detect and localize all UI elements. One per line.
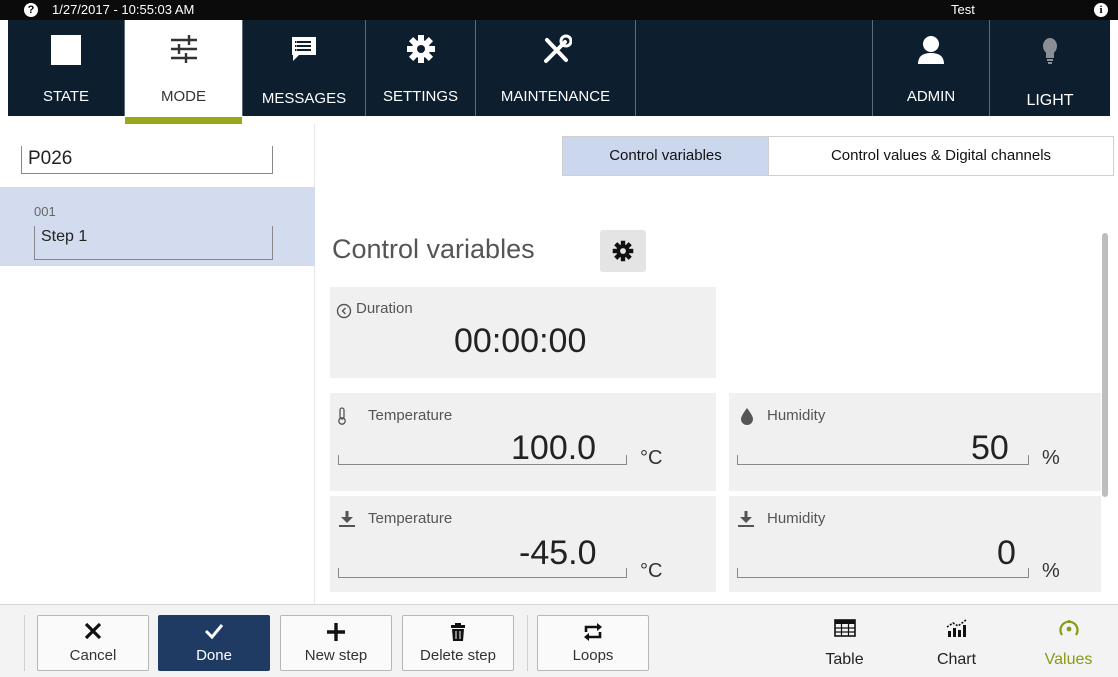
humidity-high-unit: %	[1042, 447, 1060, 469]
new-step-label: New step	[304, 647, 368, 664]
temperature-low-unit: °C	[640, 560, 663, 582]
water-drop-icon	[740, 407, 754, 430]
temperature-high-card[interactable]: Temperature 100.0 °C	[330, 393, 716, 491]
current-user: Test	[951, 2, 975, 17]
nav-maintenance-label: MAINTENANCE	[500, 88, 611, 105]
nav-state[interactable]: STATE	[8, 20, 125, 116]
message-icon	[289, 34, 319, 69]
nav-mode[interactable]: MODE	[125, 20, 243, 125]
table-icon	[833, 619, 856, 642]
tab-control-variables[interactable]: Control variables	[563, 137, 768, 175]
humidity-high-card[interactable]: Humidity 50 %	[729, 393, 1101, 491]
temperature-high-unit: °C	[640, 447, 663, 469]
content-scrollbar[interactable]	[1102, 233, 1108, 497]
temperature-low-card[interactable]: Temperature -45.0 °C	[330, 496, 716, 592]
nav-light-label: LIGHT	[1026, 92, 1074, 109]
toolbar-divider	[24, 615, 25, 671]
view-values-button[interactable]: Values	[1021, 613, 1116, 675]
gauge-icon	[1058, 619, 1080, 644]
section-settings-button[interactable]	[600, 230, 646, 272]
new-step-button[interactable]: New step	[280, 615, 392, 671]
delete-step-button[interactable]: Delete step	[402, 615, 514, 671]
nav-state-label: STATE	[42, 88, 90, 105]
datetime: 1/27/2017 - 10:55:03 AM	[52, 2, 195, 17]
humidity-low-card[interactable]: Humidity 0 %	[729, 496, 1101, 592]
user-icon	[916, 34, 946, 71]
arrow-down-icon	[338, 510, 356, 533]
nav-mode-label: MODE	[161, 88, 206, 105]
temperature-low-label: Temperature	[368, 510, 453, 527]
view-table-label: Table	[825, 651, 864, 668]
program-name-field[interactable]: P026	[21, 146, 273, 174]
loops-button[interactable]: Loops	[537, 615, 649, 671]
info-icon[interactable]: i	[1094, 3, 1108, 17]
done-button[interactable]: Done	[158, 615, 270, 671]
nav-maintenance[interactable]: MAINTENANCE	[476, 20, 636, 116]
toolbar-divider	[527, 615, 528, 671]
nav-messages[interactable]: MESSAGES	[243, 20, 366, 116]
cancel-button[interactable]: Cancel	[37, 615, 149, 671]
chart-icon	[946, 619, 968, 642]
view-table-button[interactable]: Table	[797, 613, 892, 675]
trash-icon	[450, 622, 466, 647]
step-number: 001	[34, 204, 56, 219]
sliders-icon	[168, 34, 200, 69]
duration-label: Duration	[356, 300, 413, 317]
bulb-icon	[1042, 38, 1058, 69]
nav-light[interactable]: LIGHT	[989, 20, 1110, 116]
plus-icon	[326, 622, 346, 647]
nav-settings[interactable]: SETTINGS	[366, 20, 476, 116]
temperature-high-label: Temperature	[368, 407, 453, 424]
humidity-low-label: Humidity	[767, 510, 826, 527]
step-name-field[interactable]: Step 1	[34, 226, 273, 260]
delete-step-label: Delete step	[420, 647, 496, 664]
tab-control-values-digital-channels[interactable]: Control values & Digital channels	[768, 137, 1113, 175]
view-values-label: Values	[1044, 651, 1093, 668]
duration-value: 00:00:00	[454, 322, 587, 360]
check-icon	[204, 622, 224, 645]
section-title: Control variables	[332, 234, 535, 264]
close-icon	[84, 622, 102, 645]
status-bar: ? 1/27/2017 - 10:55:03 AM Test i	[0, 0, 1118, 20]
main-nav: STATE MODE MESSAGES SETTINGS MAINTENANCE…	[0, 20, 1118, 125]
arrow-down-icon	[737, 510, 755, 533]
loop-icon	[583, 622, 603, 647]
duration-card[interactable]: Duration 00:00:00	[330, 287, 716, 378]
temperature-high-input-line	[338, 455, 627, 465]
temperature-low-input-line	[338, 568, 627, 578]
view-chart-label: Chart	[936, 651, 977, 668]
stop-square-icon	[50, 34, 82, 71]
nav-messages-label: MESSAGES	[261, 90, 347, 107]
done-label: Done	[196, 647, 232, 664]
humidity-low-unit: %	[1042, 560, 1060, 582]
thermometer-icon	[336, 407, 348, 430]
humidity-high-input-line	[737, 455, 1029, 465]
bottom-toolbar: Cancel Done New step Delete step Loops T…	[0, 604, 1118, 677]
humidity-low-input-line	[737, 568, 1029, 578]
tools-icon	[540, 34, 572, 71]
gear-icon	[612, 240, 634, 262]
view-tabs: Control variables Control values & Digit…	[562, 136, 1114, 176]
clock-back-icon	[336, 303, 352, 324]
nav-settings-label: SETTINGS	[382, 88, 458, 105]
cancel-label: Cancel	[69, 647, 117, 664]
humidity-high-label: Humidity	[767, 407, 826, 424]
gear-icon	[406, 34, 436, 69]
loops-label: Loops	[572, 647, 614, 664]
nav-admin[interactable]: ADMIN	[872, 20, 989, 116]
help-icon[interactable]: ?	[24, 3, 38, 17]
view-chart-button[interactable]: Chart	[909, 613, 1004, 675]
nav-admin-label: ADMIN	[906, 88, 956, 105]
